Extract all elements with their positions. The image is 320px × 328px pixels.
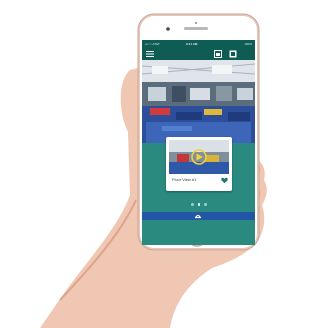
time-label: 9:41 AM (186, 42, 198, 46)
app-footer (142, 212, 255, 220)
gym-logo-icon[interactable] (194, 214, 202, 219)
image-icon[interactable] (214, 50, 222, 58)
video-card[interactable]: Floor View #1 (166, 137, 232, 191)
app-header (142, 48, 255, 60)
grid-icon[interactable] (229, 50, 237, 58)
carousel-dot-1[interactable] (191, 203, 194, 206)
carrier-label: •••○○ AT&T (145, 42, 160, 46)
phone-screen: •••○○ AT&T 9:41 AM 100% Floor View #1 (142, 40, 255, 245)
menu-icon[interactable] (146, 50, 154, 58)
carousel-dot-3[interactable] (204, 203, 207, 206)
battery-label: 100% (244, 42, 252, 46)
video-thumbnail[interactable] (169, 140, 229, 174)
gym-hero-photo (142, 60, 255, 143)
heart-icon[interactable] (221, 177, 228, 184)
status-bar: •••○○ AT&T 9:41 AM 100% (142, 40, 255, 48)
video-card-title: Floor View #1 (172, 177, 197, 182)
carousel-dots (189, 203, 209, 207)
carousel-dot-2[interactable] (197, 203, 200, 206)
